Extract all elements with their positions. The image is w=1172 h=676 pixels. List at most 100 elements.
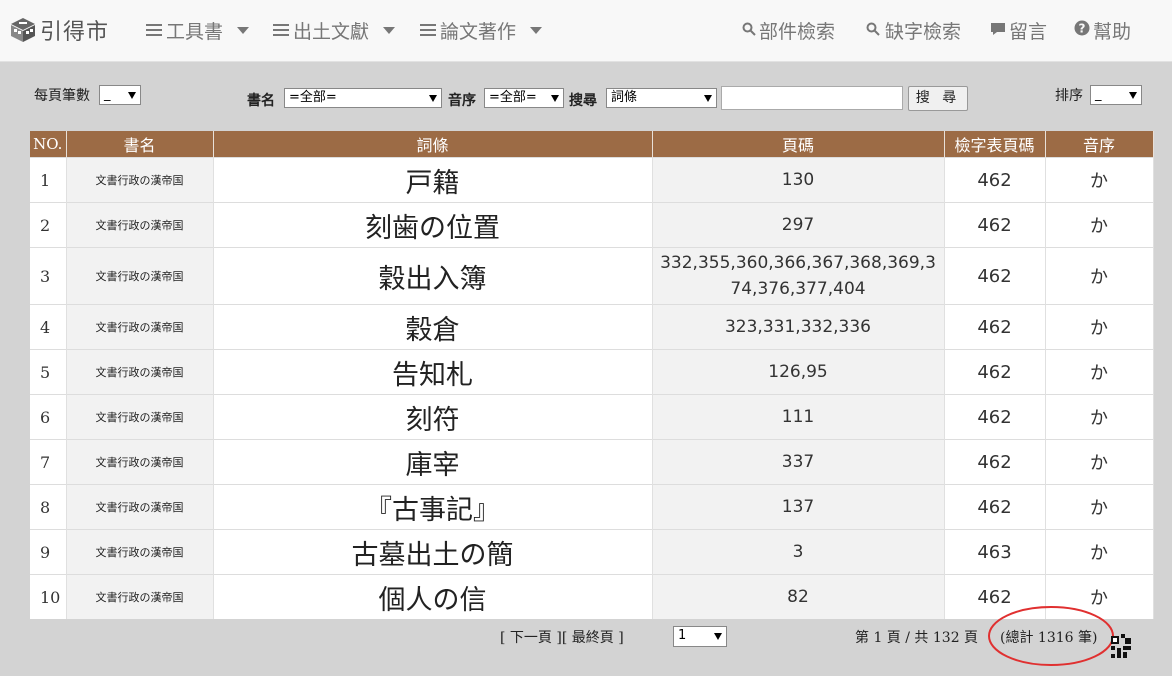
nav-missing-char-search[interactable]: 缺字檢索	[866, 16, 961, 44]
page-select[interactable]: 1	[673, 626, 727, 647]
book-title-cell: 文書行政の漢帝国	[66, 349, 214, 395]
nav-message-label: 留言	[1009, 20, 1048, 43]
book-title-cell: 文書行政の漢帝国	[66, 574, 214, 619]
dropdown-arrow-icon	[714, 633, 722, 640]
column-header-book[interactable]: 書名	[66, 131, 214, 158]
phonetic-cell: か	[1045, 529, 1154, 575]
table-row: 5 文書行政の漢帝国 告知札 126,95 462 か	[30, 349, 1154, 395]
annotation-circle	[988, 606, 1114, 666]
row-number: 5	[30, 349, 67, 395]
last-page-link[interactable]: [ 最終頁 ]	[562, 630, 624, 646]
nav-message[interactable]: 留言	[990, 16, 1047, 44]
column-header-index-page[interactable]: 檢字表頁碼	[944, 131, 1046, 158]
phonetic-cell: か	[1045, 202, 1154, 248]
entry-cell[interactable]: 告知札	[213, 349, 653, 395]
nav-help[interactable]: ? 幫助	[1074, 16, 1131, 44]
row-number: 7	[30, 439, 67, 485]
entry-cell[interactable]: 穀出入簿	[213, 247, 653, 305]
list-icon	[273, 24, 289, 36]
book-title-cell: 文書行政の漢帝国	[66, 439, 214, 485]
per-page-value: _	[104, 87, 111, 102]
index-page-cell: 462	[944, 202, 1046, 248]
pages-cell: 137	[652, 484, 945, 530]
phonetic-cell: か	[1045, 247, 1154, 305]
entry-cell[interactable]: 古墓出土の簡	[213, 529, 653, 575]
caret-down-icon	[237, 26, 250, 34]
book-title-cell: 文書行政の漢帝国	[66, 529, 214, 575]
row-number: 8	[30, 484, 67, 530]
sort-select[interactable]: _	[1090, 85, 1142, 105]
table-row: 8 文書行政の漢帝国 『古事記』 137 462 か	[30, 484, 1154, 530]
sort-value: _	[1095, 87, 1102, 102]
nav-component-search[interactable]: 部件檢索	[742, 16, 835, 44]
entry-cell[interactable]: 刻符	[213, 394, 653, 440]
row-number: 4	[30, 304, 67, 350]
pages-cell: 337	[652, 439, 945, 485]
table-row: 1 文書行政の漢帝国 戸籍 130 462 か	[30, 157, 1154, 203]
top-navbar: 引得市 工具書 出土文獻 論文著作 部件檢索 缺字檢索 留言 ? 幫助	[0, 0, 1172, 62]
menu-tools-label: 工具書	[166, 20, 224, 43]
table-header-row: NO. 書名 詞條 頁碼 檢字表頁碼 音序	[30, 131, 1154, 158]
phonetic-cell: か	[1045, 484, 1154, 530]
column-header-no[interactable]: NO.	[30, 131, 67, 158]
book-title-cell: 文書行政の漢帝国	[66, 202, 214, 248]
pages-cell: 323,331,332,336	[652, 304, 945, 350]
index-page-cell: 462	[944, 304, 1046, 350]
pages-cell: 297	[652, 202, 945, 248]
column-header-entry[interactable]: 詞條	[213, 131, 653, 158]
table-row: 9 文書行政の漢帝国 古墓出土の簡 3 463 か	[30, 529, 1154, 575]
search-field-label: 搜尋	[569, 93, 597, 109]
entry-cell[interactable]: 戸籍	[213, 157, 653, 203]
page-info: 第 1 頁 / 共 132 頁	[855, 630, 979, 646]
entry-cell[interactable]: 刻歯の位置	[213, 202, 653, 248]
menu-excavated-texts-label: 出土文獻	[293, 20, 370, 43]
pages-cell: 82	[652, 574, 945, 619]
next-page-link[interactable]: [ 下一頁 ]	[500, 630, 562, 646]
entry-cell[interactable]: 庫宰	[213, 439, 653, 485]
book-filter-value: =全部=	[289, 90, 337, 105]
book-filter-select[interactable]: =全部=	[284, 88, 442, 108]
results-table: NO. 書名 詞條 頁碼 檢字表頁碼 音序 1 文書行政の漢帝国 戸籍 130 …	[30, 131, 1154, 619]
table-row: 3 文書行政の漢帝国 穀出入簿 332,355,360,366,367,368,…	[30, 247, 1154, 305]
entry-cell[interactable]: 『古事記』	[213, 484, 653, 530]
per-page-label: 每頁筆數	[34, 88, 90, 104]
menu-papers[interactable]: 論文著作	[420, 16, 543, 44]
search-input[interactable]	[721, 86, 903, 110]
table-row: 10 文書行政の漢帝国 個人の信 82 462 か	[30, 574, 1154, 619]
book-title-cell: 文書行政の漢帝国	[66, 394, 214, 440]
pages-cell: 130	[652, 157, 945, 203]
column-header-pages[interactable]: 頁碼	[652, 131, 945, 158]
index-page-cell: 462	[944, 484, 1046, 530]
row-number: 9	[30, 529, 67, 575]
menu-tools[interactable]: 工具書	[146, 16, 250, 44]
brand-name: 引得市	[40, 20, 110, 45]
column-header-phonetic[interactable]: 音序	[1045, 131, 1154, 158]
search-field-value: 詞條	[611, 90, 638, 105]
dropdown-arrow-icon	[429, 95, 437, 102]
index-page-cell: 463	[944, 529, 1046, 575]
search-field-select[interactable]: 詞條	[606, 88, 717, 108]
phonetic-filter-select[interactable]: =全部=	[484, 88, 564, 108]
index-page-cell: 462	[944, 439, 1046, 485]
phonetic-cell: か	[1045, 304, 1154, 350]
search-icon	[866, 21, 882, 40]
menu-excavated-texts[interactable]: 出土文獻	[273, 16, 396, 44]
nav-component-search-label: 部件檢索	[759, 20, 836, 43]
table-row: 2 文書行政の漢帝国 刻歯の位置 297 462 か	[30, 202, 1154, 248]
row-number: 10	[30, 574, 67, 619]
table-row: 7 文書行政の漢帝国 庫宰 337 462 か	[30, 439, 1154, 485]
index-page-cell: 462	[944, 394, 1046, 440]
row-number: 1	[30, 157, 67, 203]
pages-cell: 126,95	[652, 349, 945, 395]
per-page-select[interactable]: _	[99, 85, 141, 105]
search-button[interactable]: 搜 尋	[908, 86, 968, 111]
entry-cell[interactable]: 個人の信	[213, 574, 653, 619]
nav-help-label: 幫助	[1093, 20, 1132, 43]
phonetic-cell: か	[1045, 349, 1154, 395]
qr-code-icon[interactable]	[1111, 634, 1131, 658]
pages-cell: 3	[652, 529, 945, 575]
entry-cell[interactable]: 穀倉	[213, 304, 653, 350]
dropdown-arrow-icon	[1129, 92, 1137, 99]
book-title-cell: 文書行政の漢帝国	[66, 304, 214, 350]
brand[interactable]: 引得市	[10, 12, 109, 48]
